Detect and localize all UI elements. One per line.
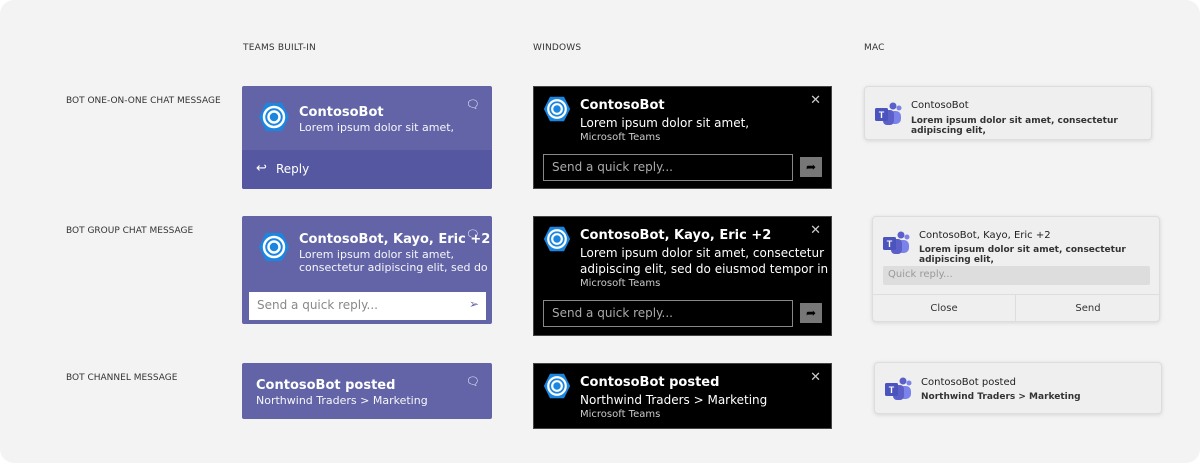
quick-reply-input[interactable]: Quick reply... xyxy=(883,266,1150,285)
placeholder: Send a quick reply... xyxy=(257,298,378,312)
body-line-2: consectetur adipiscing elit, sed do xyxy=(299,261,488,274)
chat-icon[interactable]: 🗨 xyxy=(466,228,480,241)
bot-avatar-icon xyxy=(543,95,571,123)
mac-group-notification[interactable]: ContosoBot, Kayo, Eric +2 Lorem ipsum do… xyxy=(872,216,1160,322)
title: ContosoBot xyxy=(299,105,384,120)
close-button[interactable]: Close xyxy=(873,294,1016,322)
close-icon[interactable]: ✕ xyxy=(810,93,821,108)
comparison-board: TEAMS BUILT-IN WINDOWS MAC BOT ONE-ON-ON… xyxy=(0,0,1200,463)
send-reply-icon[interactable]: ➦ xyxy=(800,303,822,323)
title: ContosoBot posted xyxy=(256,378,396,393)
windows-channel-notification[interactable]: ContosoBot posted Northwind Traders > Ma… xyxy=(533,363,832,429)
title: ContosoBot, Kayo, Eric +2 xyxy=(580,228,772,243)
body: Lorem ipsum dolor sit amet, consectetur … xyxy=(911,116,1118,136)
quick-reply-input[interactable]: Send a quick reply... ➢ xyxy=(249,292,486,320)
body: Northwind Traders > Marketing xyxy=(256,394,428,407)
body: Lorem ipsum dolor sit amet, consectetur … xyxy=(919,245,1126,265)
app-name: Microsoft Teams xyxy=(580,132,661,143)
send-button[interactable]: Send xyxy=(1016,294,1160,322)
bot-avatar-icon xyxy=(543,225,571,253)
body-line-1: Lorem ipsum dolor sit amet, consectetur xyxy=(580,246,825,260)
app-name: Microsoft Teams xyxy=(580,278,661,289)
body: Lorem ipsum dolor sit amet, xyxy=(299,121,455,134)
title: ContosoBot posted xyxy=(921,377,1016,388)
title: ContosoBot xyxy=(911,100,969,111)
body-line-1: Lorem ipsum dolor sit amet, xyxy=(299,248,455,261)
reply-arrow-icon: ↩ xyxy=(256,161,267,176)
body: Northwind Traders > Marketing xyxy=(921,392,1081,402)
row-header-group: BOT GROUP CHAT MESSAGE xyxy=(66,226,194,236)
chat-icon[interactable]: 🗨 xyxy=(466,375,480,388)
teams-channel-notification[interactable]: ContosoBot posted Northwind Traders > Ma… xyxy=(242,363,492,419)
column-header-windows: WINDOWS xyxy=(533,43,582,53)
row-header-one-on-one: BOT ONE-ON-ONE CHAT MESSAGE xyxy=(66,96,221,106)
reply-label: Reply xyxy=(276,162,310,176)
column-header-mac: MAC xyxy=(864,43,885,53)
teams-logo-icon xyxy=(882,229,910,257)
close-icon[interactable]: ✕ xyxy=(810,223,821,238)
mac-channel-notification[interactable]: ContosoBot posted Northwind Traders > Ma… xyxy=(874,362,1162,414)
quick-reply-input[interactable]: Send a quick reply... xyxy=(543,300,793,327)
title: ContosoBot posted xyxy=(580,375,720,390)
title: ContosoBot, Kayo, Eric +2 xyxy=(919,230,1051,241)
body: Northwind Traders > Marketing xyxy=(580,393,768,407)
windows-one-on-one-notification[interactable]: ContosoBot Lorem ipsum dolor sit amet, M… xyxy=(533,86,832,189)
title: ContosoBot, Kayo, Eric +2 xyxy=(299,232,491,247)
bot-avatar-icon xyxy=(258,101,290,133)
chat-icon[interactable]: 🗨 xyxy=(466,98,480,111)
body-line-2: adipiscing elit, sed do eiusmod tempor i… xyxy=(580,262,829,276)
teams-logo-icon xyxy=(884,375,912,403)
column-header-teams: TEAMS BUILT-IN xyxy=(243,43,316,53)
windows-group-notification[interactable]: ContosoBot, Kayo, Eric +2 Lorem ipsum do… xyxy=(533,216,832,336)
title: ContosoBot xyxy=(580,98,665,113)
row-header-channel: BOT CHANNEL MESSAGE xyxy=(66,373,178,383)
quick-reply-input[interactable]: Send a quick reply... xyxy=(543,154,793,181)
send-reply-icon[interactable]: ➦ xyxy=(800,157,822,177)
teams-one-on-one-notification[interactable]: ContosoBot Lorem ipsum dolor sit amet, 🗨… xyxy=(242,86,492,189)
app-name: Microsoft Teams xyxy=(580,409,661,420)
body: Lorem ipsum dolor sit amet, xyxy=(580,116,750,130)
bot-avatar-icon xyxy=(543,372,571,400)
send-icon[interactable]: ➢ xyxy=(469,297,479,311)
bot-avatar-icon xyxy=(258,231,290,263)
teams-logo-icon xyxy=(874,100,902,128)
reply-button[interactable]: ↩ Reply xyxy=(242,150,492,189)
mac-one-on-one-notification[interactable]: ContosoBot Lorem ipsum dolor sit amet, c… xyxy=(864,86,1152,140)
close-icon[interactable]: ✕ xyxy=(810,370,821,385)
teams-group-notification[interactable]: ContosoBot, Kayo, Eric +2 Lorem ipsum do… xyxy=(242,216,492,324)
